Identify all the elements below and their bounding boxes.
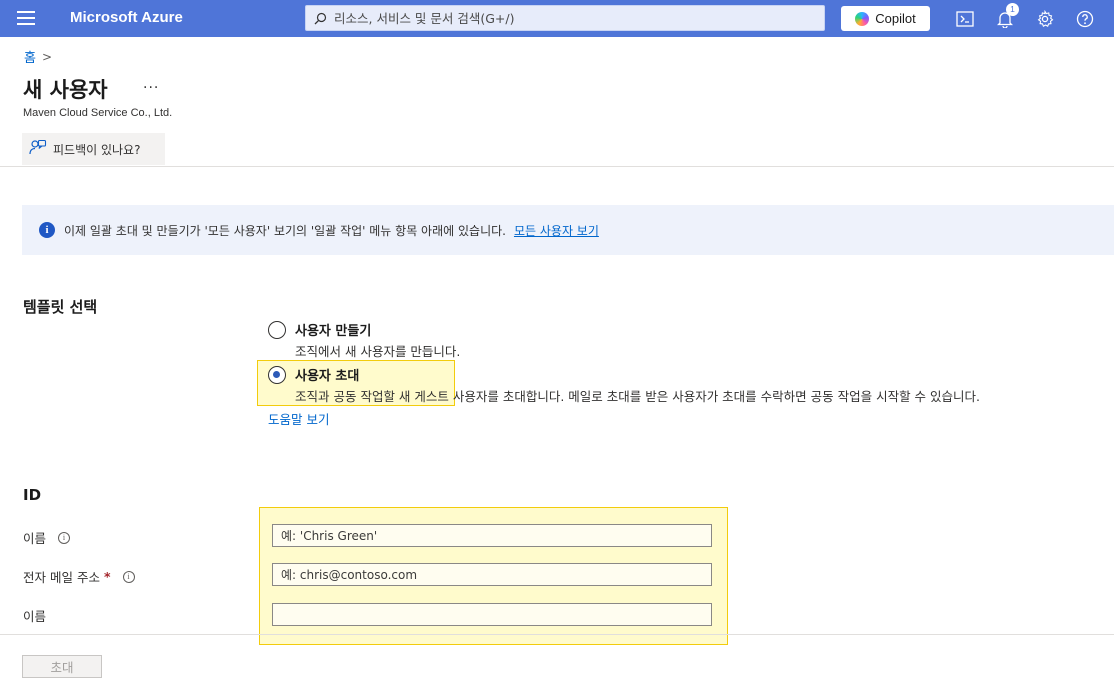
display-name-label: 이름	[23, 606, 46, 625]
radio-button-create[interactable]	[268, 321, 286, 339]
search-input[interactable]	[334, 10, 814, 26]
menu-icon[interactable]	[17, 11, 35, 25]
name-input[interactable]	[272, 524, 712, 547]
radio-invite-desc: 조직과 공동 작업할 새 게스트 사용자를 초대합니다. 메일로 초대를 받은 …	[295, 389, 980, 404]
breadcrumb-home[interactable]: 홈	[24, 47, 36, 66]
global-search-box[interactable]	[305, 5, 825, 31]
all-users-link[interactable]: 모든 사용자 보기	[514, 222, 599, 239]
help-link[interactable]: 도움말 보기	[268, 409, 329, 428]
template-section-title: 템플릿 선택	[23, 298, 98, 316]
display-name-input[interactable]	[272, 603, 712, 626]
portal-brand[interactable]: Microsoft Azure	[70, 9, 183, 26]
radio-invite-label: 사용자 초대	[295, 369, 360, 384]
feedback-icon	[29, 139, 47, 159]
copilot-icon	[855, 11, 870, 26]
radio-create-user[interactable]: 사용자 만들기 조직에서 새 사용자를 만듭니다.	[268, 320, 460, 360]
top-bar: Microsoft Azure Copilot 1	[0, 0, 1114, 37]
radio-create-desc: 조직에서 새 사용자를 만듭니다.	[295, 344, 461, 359]
notification-badge: 1	[1006, 3, 1019, 16]
info-banner-text: 이제 일괄 초대 및 만들기가 '모든 사용자' 보기의 '일괄 작업' 메뉴 …	[64, 223, 506, 238]
info-icon[interactable]: i	[58, 531, 71, 544]
name-label-text: 이름	[23, 531, 47, 546]
breadcrumb-separator: >	[41, 49, 53, 64]
email-input[interactable]	[272, 563, 712, 586]
feedback-button[interactable]: 피드백이 있나요?	[22, 133, 165, 165]
email-label: 전자 메일 주소 * i	[23, 567, 135, 586]
info-icon[interactable]: i	[122, 570, 135, 583]
page-subtitle: Maven Cloud Service Co., Ltd.	[23, 107, 173, 119]
copilot-label: Copilot	[875, 11, 916, 26]
name-label: 이름 i	[23, 528, 71, 547]
display-name-label-text: 이름	[23, 609, 47, 624]
radio-create-label: 사용자 만들기	[295, 324, 372, 339]
help-icon[interactable]	[1074, 8, 1096, 30]
invite-button[interactable]: 초대	[22, 655, 102, 678]
copilot-button[interactable]: Copilot	[841, 6, 930, 31]
cloud-shell-icon[interactable]	[954, 8, 976, 30]
radio-invite-user[interactable]: 사용자 초대 조직과 공동 작업할 새 게스트 사용자를 초대합니다. 메일로 …	[268, 365, 980, 405]
info-icon: i	[39, 222, 55, 238]
search-icon	[306, 12, 334, 25]
feedback-label: 피드백이 있나요?	[53, 142, 141, 157]
page-title: 새 사용자	[23, 78, 108, 102]
info-banner: i 이제 일괄 초대 및 만들기가 '모든 사용자' 보기의 '일괄 작업' 메…	[22, 205, 1114, 255]
required-mark: *	[103, 569, 111, 584]
gear-icon[interactable]	[1034, 8, 1056, 30]
radio-button-invite[interactable]	[268, 366, 286, 384]
breadcrumb: 홈 >	[24, 47, 53, 67]
more-options-button[interactable]: ···	[143, 80, 159, 96]
email-label-text: 전자 메일 주소	[23, 570, 100, 585]
header-divider	[0, 166, 1114, 167]
id-section-title: ID	[23, 486, 42, 504]
footer-divider	[0, 634, 1114, 635]
